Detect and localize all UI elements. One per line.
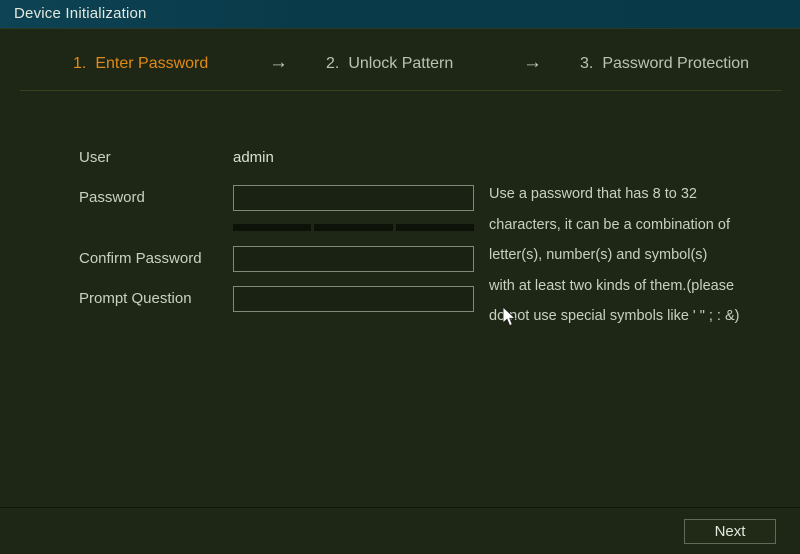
- device-initialization-dialog: Device Initialization 1.Enter Password →…: [0, 0, 800, 554]
- user-value: admin: [233, 149, 274, 166]
- help-line: do not use special symbols like ' " ; : …: [489, 301, 789, 332]
- footer-divider: [0, 507, 800, 508]
- strength-segment: [314, 224, 392, 231]
- password-input[interactable]: [233, 185, 474, 211]
- help-line: letter(s), number(s) and symbol(s): [489, 240, 789, 271]
- next-button[interactable]: Next: [684, 519, 776, 544]
- initialization-form: User admin Password Confirm Password Pro…: [0, 0, 800, 554]
- password-strength-meter: [233, 224, 474, 231]
- help-line: characters, it can be a combination of: [489, 210, 789, 241]
- help-line: Use a password that has 8 to 32: [489, 179, 789, 210]
- confirm-password-label: Confirm Password: [79, 250, 202, 267]
- strength-segment: [396, 224, 474, 231]
- help-line: with at least two kinds of them.(please: [489, 271, 789, 302]
- password-label: Password: [79, 189, 145, 206]
- password-requirements-text: Use a password that has 8 to 32 characte…: [489, 179, 789, 332]
- prompt-question-input[interactable]: [233, 286, 474, 312]
- user-label: User: [79, 149, 111, 166]
- strength-segment: [233, 224, 311, 231]
- confirm-password-input[interactable]: [233, 246, 474, 272]
- prompt-question-label: Prompt Question: [79, 290, 192, 307]
